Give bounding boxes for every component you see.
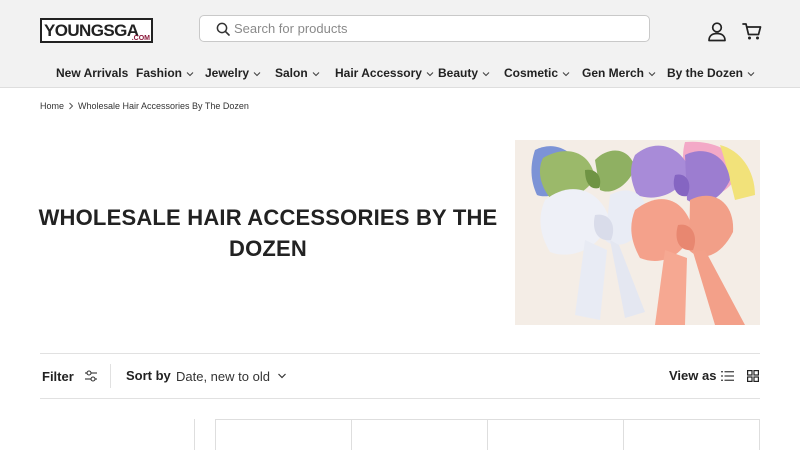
chevron-down-icon bbox=[186, 72, 194, 77]
nav-item-jewelry[interactable]: Jewelry bbox=[205, 63, 261, 83]
sort-select[interactable]: Date, new to old bbox=[176, 366, 287, 386]
main-nav: New Arrivals Fashion Jewelry Salon Hair … bbox=[0, 63, 800, 83]
nav-item-fashion[interactable]: Fashion bbox=[136, 63, 194, 83]
breadcrumb-current: Wholesale Hair Accessories By The Dozen bbox=[78, 101, 249, 111]
nav-label: Salon bbox=[275, 66, 308, 80]
chevron-down-icon bbox=[648, 72, 656, 77]
search-input[interactable] bbox=[234, 16, 634, 41]
product-card[interactable] bbox=[215, 419, 352, 450]
grid-view-icon[interactable] bbox=[747, 370, 759, 382]
nav-label: Gen Merch bbox=[582, 66, 645, 80]
nav-label: Jewelry bbox=[205, 66, 250, 80]
nav-label: Cosmetic bbox=[504, 66, 559, 80]
product-card[interactable] bbox=[351, 419, 488, 450]
filter-button[interactable]: Filter bbox=[42, 366, 98, 386]
nav-item-by-the-dozen[interactable]: By the Dozen bbox=[667, 63, 755, 83]
logo-tld: .COM bbox=[131, 35, 150, 42]
chevron-down-icon bbox=[253, 72, 261, 77]
chevron-down-icon bbox=[482, 72, 490, 77]
site-header: YOUNGSGA .COM New Arrivals Fashion Jewel… bbox=[0, 0, 800, 88]
chevron-right-icon bbox=[69, 102, 74, 110]
nav-item-cosmetic[interactable]: Cosmetic bbox=[504, 63, 570, 83]
sort-label: Sort by bbox=[126, 368, 171, 383]
product-card[interactable] bbox=[623, 419, 760, 450]
page-title: WHOLESALE HAIR ACCESSORIES BY THE DOZEN bbox=[38, 205, 498, 261]
breadcrumb-home-link[interactable]: Home bbox=[40, 101, 64, 111]
nav-label: Fashion bbox=[136, 66, 183, 80]
chevron-down-icon bbox=[747, 72, 755, 77]
nav-label: New Arrivals bbox=[56, 66, 129, 80]
toolbar-divider bbox=[110, 364, 111, 388]
nav-item-hair-accessory[interactable]: Hair Accessory bbox=[335, 63, 434, 83]
toolbar-divider-top bbox=[40, 353, 760, 354]
nav-label: Hair Accessory bbox=[335, 66, 422, 80]
chevron-down-icon bbox=[278, 373, 286, 379]
nav-label: Beauty bbox=[438, 66, 479, 80]
filter-sidebar-divider bbox=[194, 419, 195, 450]
filter-sliders-icon bbox=[84, 370, 97, 382]
view-as-label: View as bbox=[669, 368, 717, 383]
list-view-icon[interactable] bbox=[721, 370, 734, 382]
chevron-down-icon bbox=[562, 72, 570, 77]
search-bar[interactable] bbox=[199, 15, 650, 42]
product-card[interactable] bbox=[487, 419, 624, 450]
nav-item-beauty[interactable]: Beauty bbox=[438, 63, 490, 83]
cart-icon[interactable] bbox=[741, 20, 763, 42]
nav-item-new-arrivals[interactable]: New Arrivals bbox=[56, 63, 128, 83]
toolbar-divider-bottom bbox=[40, 398, 760, 399]
sort-value: Date, new to old bbox=[176, 368, 270, 384]
hair-bows-image bbox=[515, 140, 760, 325]
account-icon[interactable] bbox=[706, 20, 728, 42]
nav-item-gen-merch[interactable]: Gen Merch bbox=[582, 63, 656, 83]
collection-image bbox=[515, 140, 760, 325]
site-logo[interactable]: YOUNGSGA .COM bbox=[40, 18, 153, 43]
chevron-down-icon bbox=[312, 72, 320, 77]
filter-label: Filter bbox=[42, 368, 74, 384]
chevron-down-icon bbox=[426, 72, 434, 77]
logo-text: YOUNGSGA bbox=[44, 21, 139, 40]
nav-item-salon[interactable]: Salon bbox=[275, 63, 320, 83]
breadcrumb: Home Wholesale Hair Accessories By The D… bbox=[40, 100, 249, 112]
nav-label: By the Dozen bbox=[667, 66, 744, 80]
search-icon[interactable] bbox=[216, 22, 230, 36]
